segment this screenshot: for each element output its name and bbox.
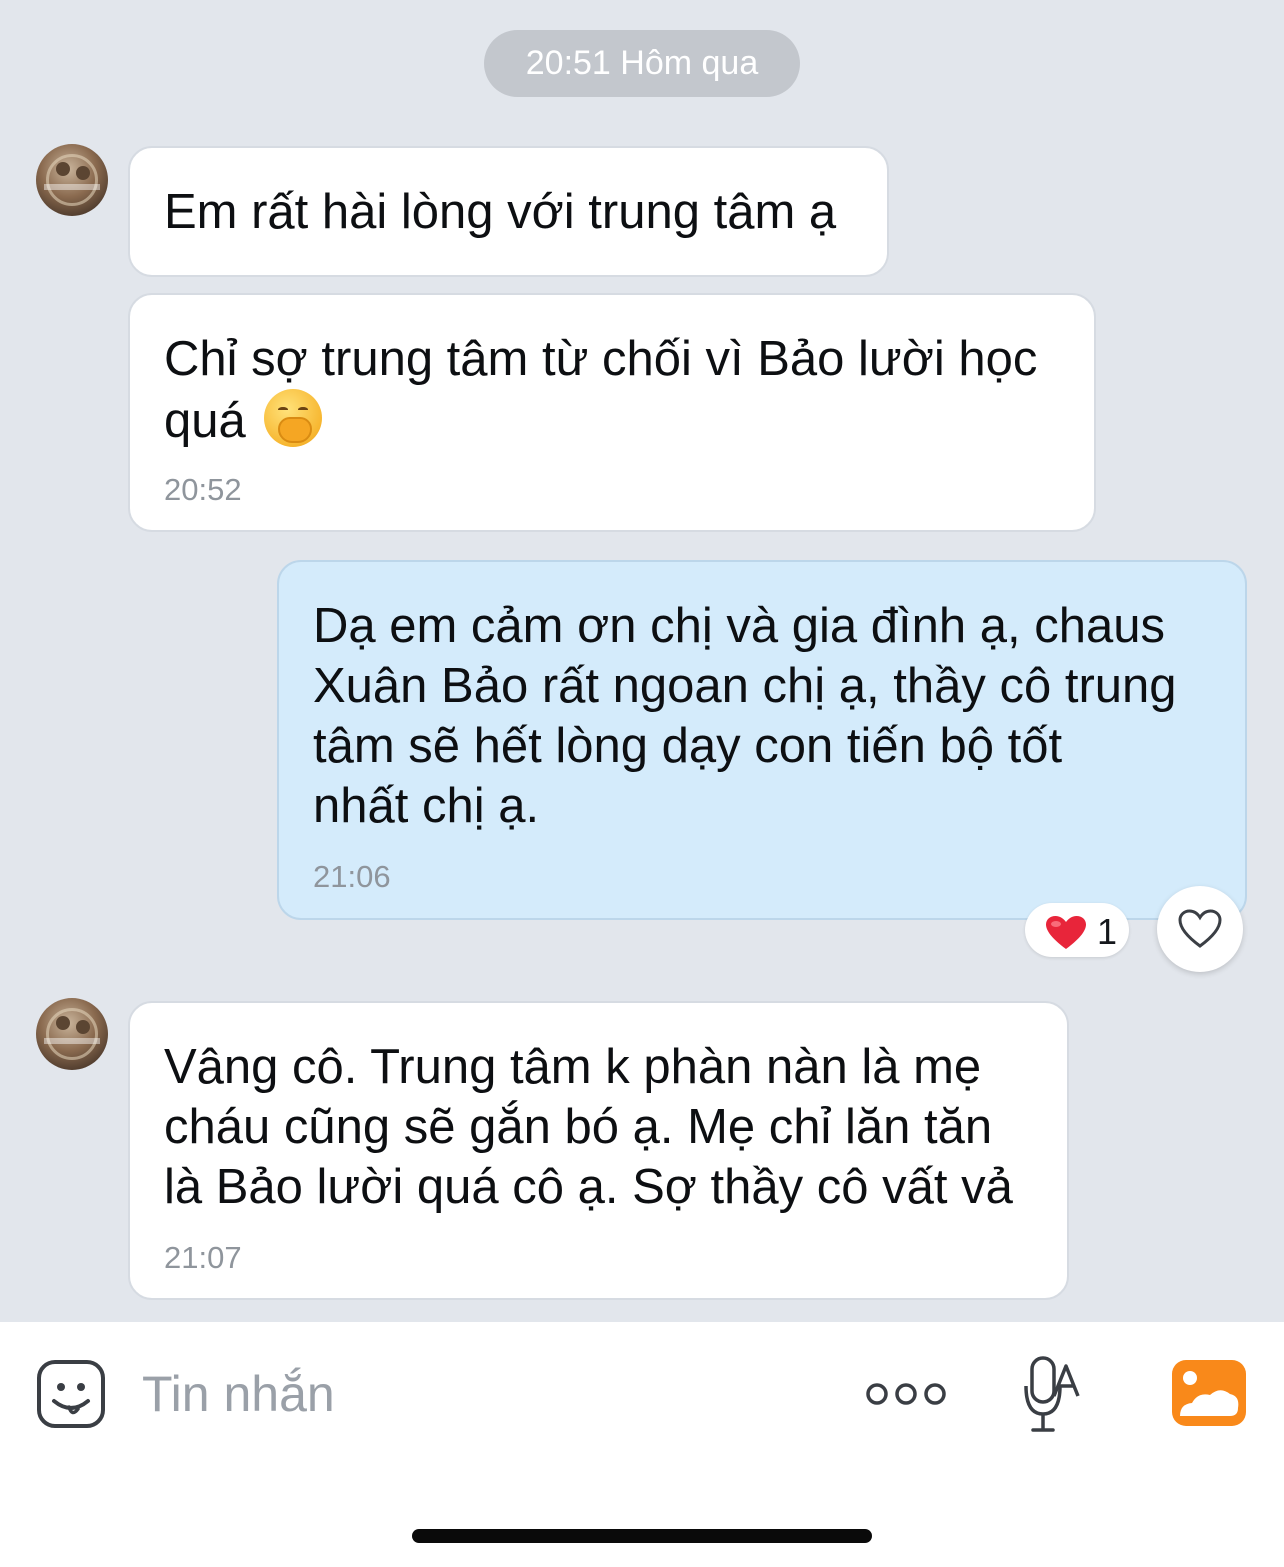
message-text: Xuân Bảo rất ngoan chị ạ, thầy cô trung — [313, 659, 1177, 713]
voice-to-text-icon[interactable] — [1024, 1352, 1080, 1442]
date-separator: 20:51 Hôm qua — [484, 30, 800, 97]
more-icon[interactable] — [865, 1379, 947, 1409]
message-text: cháu cũng sẽ gắn bó ạ. Mẹ chỉ lăn tăn — [164, 1100, 993, 1154]
face-with-hand-over-mouth-emoji — [263, 389, 322, 447]
heart-outline-icon — [1178, 909, 1222, 948]
sender-avatar[interactable] — [36, 998, 108, 1070]
incoming-message[interactable]: Em rất hài lòng với trung tâm ạ — [128, 146, 889, 277]
message-text: Dạ em cảm ơn chị và gia đình ạ, chaus — [313, 599, 1165, 653]
sticker-icon[interactable] — [36, 1359, 106, 1429]
message-text: quá — [164, 394, 246, 448]
home-indicator — [412, 1529, 872, 1543]
message-text: Em rất hài lòng với trung tâm ạ — [164, 185, 837, 239]
message-time: 21:07 — [164, 1240, 242, 1275]
chat-area[interactable]: 20:51 Hôm qua Em rất hài lòng với trung … — [0, 0, 1284, 1322]
message-time: 20:52 — [164, 472, 242, 507]
red-heart-icon — [1046, 916, 1086, 949]
incoming-message[interactable]: Chỉ sợ trung tâm từ chối vì Bảo lười học… — [128, 293, 1096, 532]
message-text-line: quá — [164, 389, 322, 451]
reaction-count: 1 — [1097, 911, 1118, 952]
message-text: Vâng cô. Trung tâm k phàn nàn là mẹ — [164, 1040, 982, 1094]
message-text: là Bảo lười quá cô ạ. Sợ thầy cô vất vả — [164, 1160, 1013, 1214]
message-text: tâm sẽ hết lòng dạy con tiến bộ tốt — [313, 719, 1063, 773]
message-composer: Tin nhắn — [0, 1322, 1284, 1567]
message-text: nhất chị ạ. — [313, 779, 540, 833]
message-text: Chỉ sợ trung tâm từ chối vì Bảo lười học — [164, 332, 1038, 386]
reaction-summary[interactable]: 1 — [1025, 903, 1129, 957]
image-icon[interactable] — [1172, 1360, 1246, 1426]
sender-avatar[interactable] — [36, 144, 108, 216]
incoming-message[interactable]: Vâng cô. Trung tâm k phàn nàn là mẹ cháu… — [128, 1001, 1069, 1300]
outgoing-message[interactable]: Dạ em cảm ơn chị và gia đình ạ, chaus Xu… — [277, 560, 1247, 920]
message-input[interactable]: Tin nhắn — [142, 1362, 335, 1426]
react-heart-button[interactable] — [1157, 886, 1243, 972]
message-time: 21:06 — [313, 859, 391, 894]
